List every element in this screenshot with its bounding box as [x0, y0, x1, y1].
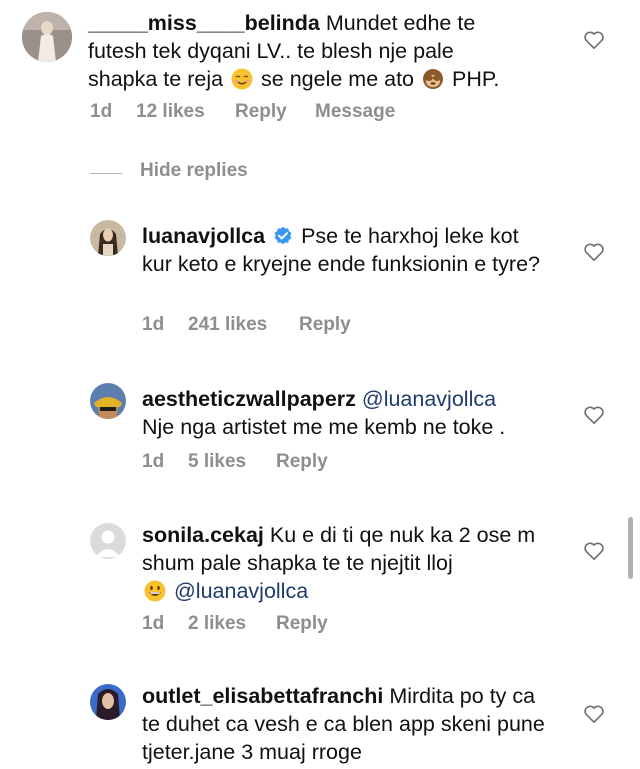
reply-button[interactable]: Reply — [235, 101, 287, 123]
avatar[interactable] — [22, 12, 72, 62]
reply-aestheticzwallpaperz: aestheticzwallpaperz @luanavjollca Nje n… — [0, 375, 640, 495]
verified-badge-icon — [274, 226, 292, 245]
comment-text: outlet_elisabettafranchi Mirdita po ty c… — [142, 682, 552, 766]
reply-outlet-elisabettafranchi: outlet_elisabettafranchi Mirdita po ty c… — [0, 672, 640, 769]
mention-link[interactable]: @luanavjollca — [362, 387, 496, 411]
mention-link[interactable]: @luanavjollca — [174, 579, 308, 603]
comment-meta: 1d 2 likes Reply — [142, 613, 442, 637]
heart-outline-icon[interactable] — [583, 405, 605, 425]
comment-text: luanavjollca Pse te harxhoj leke kot kur… — [142, 222, 542, 278]
relieved-face-emoji — [231, 68, 253, 90]
comment-username[interactable]: outlet_elisabettafranchi — [142, 684, 383, 708]
comment-username[interactable]: sonila.cekaj — [142, 523, 264, 547]
avatar[interactable] — [90, 684, 126, 720]
hide-replies-label: Hide replies — [140, 160, 248, 181]
reply-button[interactable]: Reply — [276, 613, 328, 635]
likes-count[interactable]: 241 likes — [188, 314, 267, 336]
avatar[interactable] — [90, 220, 126, 256]
likes-count[interactable]: 5 likes — [188, 451, 246, 473]
message-button[interactable]: Message — [315, 101, 395, 123]
comment-body-cont: se ngele me ato — [261, 67, 415, 91]
comment-text: sonila.cekaj Ku e di ti qe nuk ka 2 ose … — [142, 521, 542, 605]
heart-outline-icon[interactable] — [583, 30, 605, 50]
reply-button[interactable]: Reply — [299, 314, 351, 336]
reply-luanavjollca: luanavjollca Pse te harxhoj leke kot kur… — [0, 212, 640, 352]
scrollbar[interactable] — [628, 517, 633, 579]
comment-meta: 1d 12 likes Reply Message — [90, 101, 450, 125]
heart-outline-icon[interactable] — [583, 541, 605, 561]
see-no-evil-monkey-emoji — [422, 68, 444, 90]
comment-time: 1d — [90, 101, 113, 122]
comment-time: 1d — [142, 613, 165, 634]
likes-count[interactable]: 2 likes — [188, 613, 246, 635]
hide-replies-button[interactable]: Hide replies — [90, 160, 370, 186]
heart-outline-icon[interactable] — [583, 704, 605, 724]
comment-text: aestheticzwallpaperz @luanavjollca Nje n… — [142, 385, 552, 441]
comment-meta: 1d 5 likes Reply — [142, 451, 442, 475]
comment-meta: 1d 241 likes Reply — [142, 314, 442, 338]
comment-body: Nje nga artistet me me kemb ne toke . — [142, 415, 506, 439]
comment-username[interactable]: _____miss____belinda — [88, 11, 320, 35]
avatar[interactable] — [90, 383, 126, 419]
comment-username[interactable]: aestheticzwallpaperz — [142, 387, 356, 411]
comment-username[interactable]: luanavjollca — [142, 224, 265, 248]
avatar[interactable] — [90, 523, 126, 559]
reply-button[interactable]: Reply — [276, 451, 328, 473]
comment-time: 1d — [142, 451, 165, 472]
reply-sonila-cekaj: sonila.cekaj Ku e di ti qe nuk ka 2 ose … — [0, 510, 640, 660]
comment-belinda: _____miss____belinda Mundet edhe te fute… — [0, 0, 640, 150]
comment-time: 1d — [142, 314, 165, 335]
grinning-face-emoji — [144, 580, 166, 602]
likes-count[interactable]: 12 likes — [136, 101, 205, 123]
heart-outline-icon[interactable] — [583, 242, 605, 262]
divider-line — [90, 173, 122, 174]
comment-body-end: PHP. — [452, 67, 500, 91]
comment-text: _____miss____belinda Mundet edhe te fute… — [88, 9, 508, 93]
